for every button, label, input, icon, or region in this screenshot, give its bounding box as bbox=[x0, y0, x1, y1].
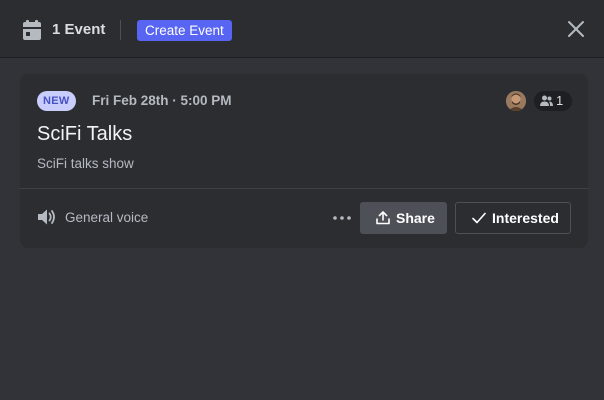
interested-button[interactable]: Interested bbox=[455, 202, 571, 234]
interested-users-pill[interactable]: 1 bbox=[534, 91, 572, 111]
modal-header: 1 Event Create Event bbox=[0, 0, 604, 58]
share-button[interactable]: Share bbox=[360, 202, 447, 234]
events-modal: 1 Event Create Event NEW Fri Feb 28th · … bbox=[0, 0, 604, 400]
speaker-icon bbox=[38, 209, 55, 225]
share-label: Share bbox=[396, 210, 435, 226]
interested-count: 1 bbox=[556, 93, 564, 108]
card-divider bbox=[20, 188, 588, 189]
more-icon[interactable] bbox=[332, 215, 352, 221]
event-count: 1 Event bbox=[52, 21, 106, 38]
interested-label: Interested bbox=[492, 210, 559, 226]
event-description: SciFi talks show bbox=[37, 156, 134, 171]
check-icon bbox=[472, 212, 486, 224]
event-datetime: Fri Feb 28th · 5:00 PM bbox=[92, 93, 232, 108]
header-divider bbox=[120, 20, 121, 40]
calendar-icon bbox=[23, 20, 41, 40]
avatar[interactable] bbox=[506, 91, 526, 111]
event-card[interactable]: NEW Fri Feb 28th · 5:00 PM 1 SciFi Talks… bbox=[20, 74, 588, 248]
event-title: SciFi Talks bbox=[37, 123, 133, 145]
new-badge: NEW bbox=[37, 91, 76, 111]
create-event-button[interactable]: Create Event bbox=[137, 20, 232, 41]
share-icon bbox=[376, 211, 390, 225]
channel-name[interactable]: General voice bbox=[65, 210, 148, 225]
close-icon[interactable] bbox=[567, 20, 585, 38]
people-icon bbox=[540, 95, 553, 106]
